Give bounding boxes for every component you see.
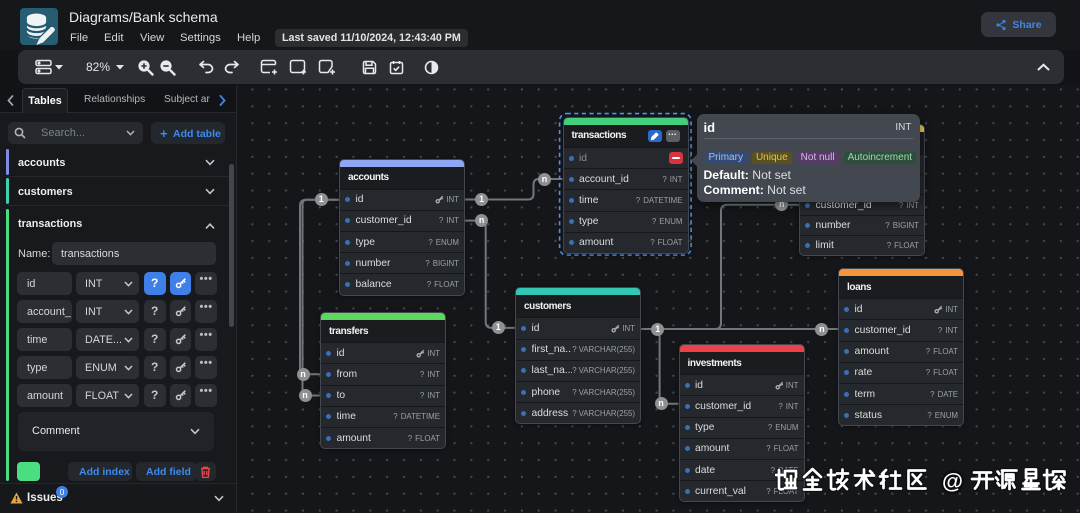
svg-text:@: @ xyxy=(942,470,963,494)
